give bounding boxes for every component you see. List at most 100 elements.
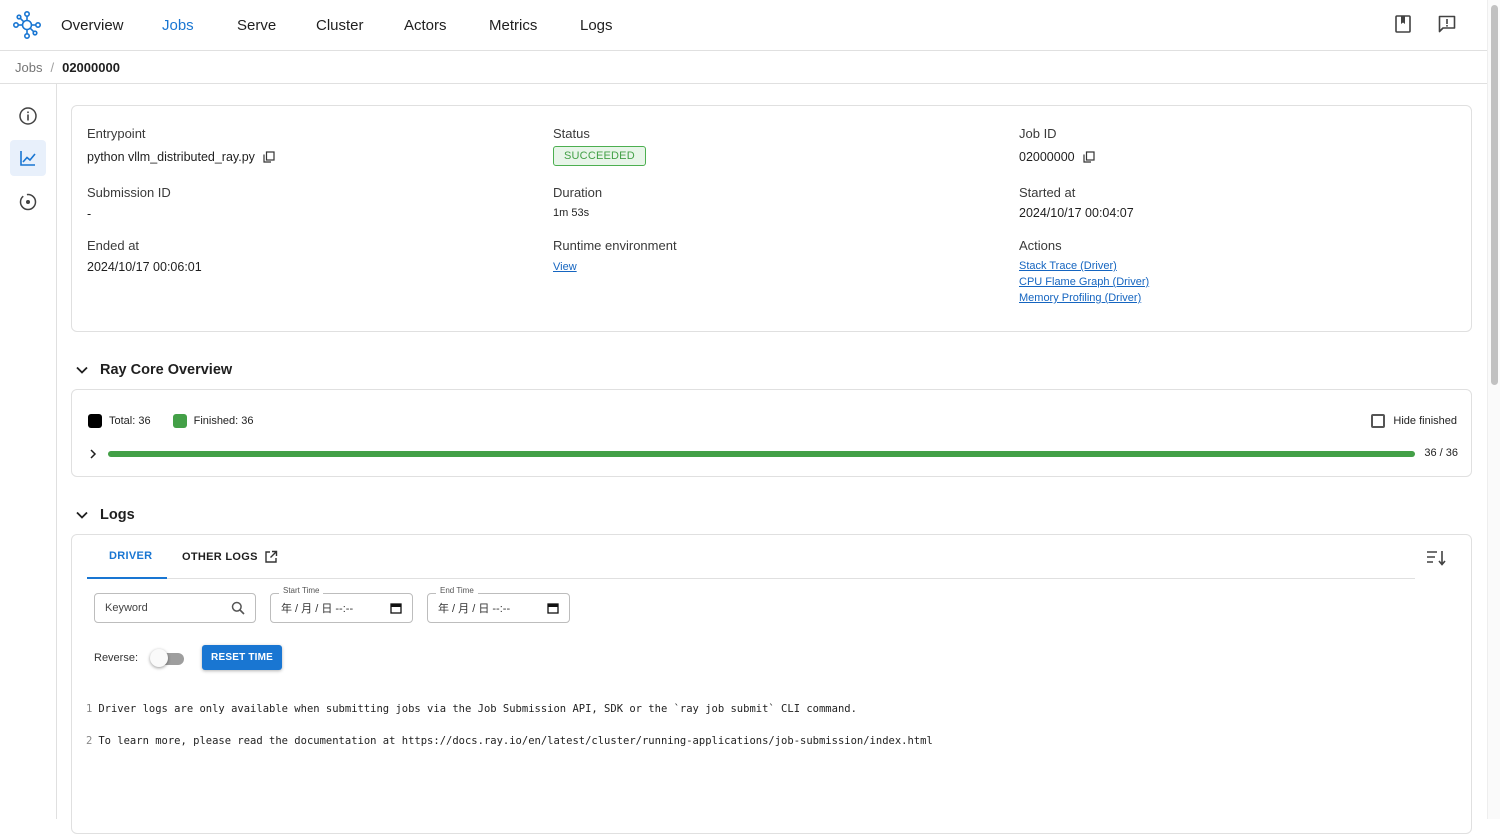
total-label: Total: 36 (109, 415, 151, 427)
feedback-icon[interactable] (1437, 14, 1457, 34)
copy-icon[interactable] (263, 151, 275, 163)
reverse-label: Reverse: (94, 651, 139, 664)
submission-id-label: Submission ID (87, 185, 171, 200)
finished-label: Finished: 36 (193, 415, 254, 427)
rail-info-button[interactable] (10, 98, 46, 134)
logs-title: Logs (100, 507, 135, 523)
copy-icon[interactable] (1083, 151, 1095, 163)
task-progress-fill (108, 451, 1415, 457)
status-label: Status (553, 126, 590, 141)
top-icons (1393, 14, 1457, 34)
docs-book-icon[interactable] (1393, 14, 1413, 34)
memory-profiling-link[interactable]: Memory Profiling (Driver) (1019, 292, 1141, 304)
end-time-field[interactable]: End Time 年 / 月 / 日 --:-- (427, 586, 570, 623)
calendar-icon[interactable] (547, 602, 559, 614)
logs-section-header[interactable]: Logs (74, 507, 135, 523)
info-icon (19, 107, 37, 125)
nav-actors[interactable]: Actors (404, 17, 447, 34)
external-link-icon (265, 550, 277, 563)
ray-core-section-header[interactable]: Ray Core Overview (74, 362, 232, 378)
hide-finished-label: Hide finished (1393, 415, 1457, 427)
radar-icon (19, 193, 37, 211)
tab-other-logs[interactable]: OTHER LOGS (182, 550, 278, 564)
scrollbar-thumb[interactable] (1491, 5, 1498, 385)
nav-cluster[interactable]: Cluster (316, 17, 364, 34)
entrypoint-label: Entrypoint (87, 126, 146, 141)
entrypoint-text: python vllm_distributed_ray.py (87, 150, 255, 164)
logs-tabs: DRIVER OTHER LOGS (87, 535, 1415, 579)
chart-line-icon (20, 151, 36, 166)
actions-label: Actions (1019, 238, 1062, 253)
reverse-switch-thumb (150, 648, 169, 667)
log-viewer: 1 Driver logs are only available when sub… (86, 685, 933, 781)
keyword-placeholder: Keyword (105, 602, 148, 614)
duration-label: Duration (553, 185, 603, 200)
log-line-text: To learn more, please read the documenta… (98, 735, 933, 747)
submission-id-value: - (87, 207, 92, 221)
breadcrumb: Jobs / 02000000 (0, 51, 1487, 84)
task-progress-row: 36 / 36 (88, 447, 1458, 460)
cpu-flame-graph-link[interactable]: CPU Flame Graph (Driver) (1019, 276, 1149, 288)
hide-finished-checkbox[interactable] (1371, 414, 1386, 428)
started-label: Started at (1019, 185, 1076, 200)
finished-swatch (172, 414, 187, 428)
ray-core-card: Total: 36 Finished: 36 Hide finished 36 … (71, 389, 1472, 477)
start-time-value: 年 / 月 / 日 --:-- (281, 603, 354, 615)
runtime-env-view-link[interactable]: View (553, 261, 577, 273)
rail-overview-button[interactable] (10, 184, 46, 220)
reverse-switch[interactable] (150, 648, 185, 667)
job-id-label: Job ID (1019, 126, 1057, 141)
top-nav-bar: Overview Jobs Serve Cluster Actors Metri… (0, 0, 1487, 51)
job-id-value: 02000000 (1019, 150, 1095, 164)
breadcrumb-jobs-link[interactable]: Jobs (15, 60, 42, 75)
nav-metrics[interactable]: Metrics (489, 17, 537, 34)
reset-time-button[interactable]: RESET TIME (202, 645, 283, 670)
logs-card: DRIVER OTHER LOGS Keyword Start Time 年 /… (71, 534, 1472, 834)
side-rail (0, 84, 57, 819)
chevron-right-icon[interactable] (88, 448, 98, 460)
nav-logs[interactable]: Logs (580, 17, 613, 34)
ended-label: Ended at (87, 238, 140, 253)
line-number: 2 (86, 735, 93, 747)
sort-icon[interactable] (1425, 547, 1447, 569)
line-number: 1 (86, 703, 93, 715)
end-time-label: End Time (436, 586, 478, 595)
status-badge: SUCCEEDED (553, 146, 646, 166)
task-progress-bar (108, 451, 1415, 457)
job-info-card: Entrypoint python vllm_distributed_ray.p… (71, 105, 1472, 332)
start-time-label: Start Time (279, 586, 324, 595)
total-swatch (88, 414, 102, 428)
end-time-value: 年 / 月 / 日 --:-- (438, 603, 511, 615)
hide-finished-toggle[interactable]: Hide finished (1371, 414, 1457, 428)
page-scrollbar[interactable] (1487, 0, 1500, 819)
breadcrumb-separator: / (50, 59, 55, 75)
chevron-down-icon (76, 366, 88, 374)
keyword-search-field[interactable]: Keyword (94, 593, 256, 623)
reverse-row: Reverse: RESET TIME (94, 645, 283, 670)
task-progress-count: 36 / 36 (1424, 447, 1458, 459)
job-id-text: 02000000 (1019, 150, 1075, 164)
calendar-icon[interactable] (390, 602, 402, 614)
chevron-down-icon (76, 511, 88, 519)
nav-overview[interactable]: Overview (61, 17, 124, 34)
search-icon[interactable] (231, 601, 245, 615)
nav-jobs[interactable]: Jobs (162, 17, 194, 34)
ray-core-title: Ray Core Overview (100, 362, 233, 378)
stack-trace-link[interactable]: Stack Trace (Driver) (1019, 260, 1117, 272)
nav-serve[interactable]: Serve (237, 17, 276, 34)
ray-logo-icon[interactable] (12, 10, 42, 40)
log-line: 2 To learn more, please read the document… (86, 733, 933, 749)
breadcrumb-current: 02000000 (62, 59, 120, 75)
log-line-text: Driver logs are only available when subm… (98, 703, 857, 715)
runtime-env-label: Runtime environment (553, 238, 677, 253)
log-line: 1 Driver logs are only available when sub… (86, 701, 933, 717)
start-time-field[interactable]: Start Time 年 / 月 / 日 --:-- (270, 586, 413, 623)
tab-indicator (87, 577, 167, 579)
task-legend: Total: 36 Finished: 36 (88, 414, 254, 428)
tab-driver[interactable]: DRIVER (109, 550, 152, 562)
rail-metrics-button[interactable] (10, 140, 46, 176)
duration-value: 1m 53s (553, 207, 590, 219)
entrypoint-value: python vllm_distributed_ray.py (87, 150, 275, 164)
started-value: 2024/10/17 00:04:07 (1019, 206, 1134, 220)
tab-other-logs-label: OTHER LOGS (182, 551, 258, 563)
